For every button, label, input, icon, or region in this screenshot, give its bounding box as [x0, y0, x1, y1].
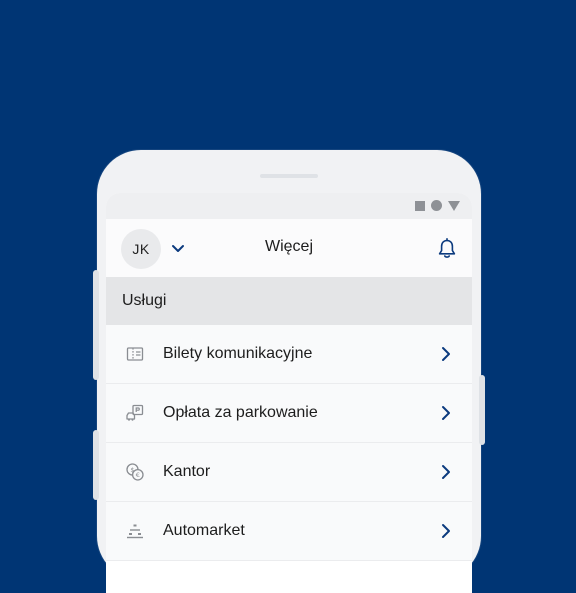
ticket-icon: [126, 347, 144, 361]
menu-item-label: Automarket: [163, 522, 245, 539]
status-icons: [415, 200, 460, 211]
svg-text:€: €: [136, 471, 140, 479]
automarket-icon: [127, 524, 143, 539]
section-title: Usługi: [122, 292, 167, 309]
menu-item-kantor[interactable]: $ € Kantor: [106, 443, 472, 502]
avatar[interactable]: JK: [121, 229, 161, 269]
menu-item-label: Kantor: [163, 463, 211, 480]
status-bar: [106, 193, 472, 219]
menu-item-automarket[interactable]: Automarket: [106, 502, 472, 561]
chevron-right-icon: [442, 406, 450, 420]
menu-item-label: Opłata za parkowanie: [163, 404, 318, 421]
chevron-right-icon: [442, 347, 450, 361]
menu-item-label: Bilety komunikacyjne: [163, 345, 313, 362]
app-header: JK Więcej: [106, 219, 472, 277]
menu-item-bilety-komunikacyjne[interactable]: Bilety komunikacyjne: [106, 325, 472, 384]
chevron-right-icon: [442, 465, 450, 479]
bell-icon[interactable]: [437, 238, 457, 260]
square-icon: [415, 200, 425, 211]
phone-side-button: [93, 430, 99, 500]
phone-screen: JK Więcej Usługi Bilety komunikacyjne Op…: [106, 193, 472, 593]
circle-icon: [431, 200, 442, 211]
section-header: Usługi: [106, 277, 472, 325]
phone-speaker: [260, 174, 318, 178]
menu-item-oplata-za-parkowanie[interactable]: Opłata za parkowanie: [106, 384, 472, 443]
chevron-down-icon[interactable]: [170, 241, 186, 257]
phone-side-button: [93, 270, 99, 380]
triangle-icon: [448, 200, 460, 211]
currency-exchange-icon: $ €: [126, 463, 144, 481]
parking-icon: [126, 404, 144, 421]
chevron-right-icon: [442, 524, 450, 538]
phone-frame: JK Więcej Usługi Bilety komunikacyjne Op…: [93, 150, 485, 593]
phone-side-button: [479, 375, 485, 445]
